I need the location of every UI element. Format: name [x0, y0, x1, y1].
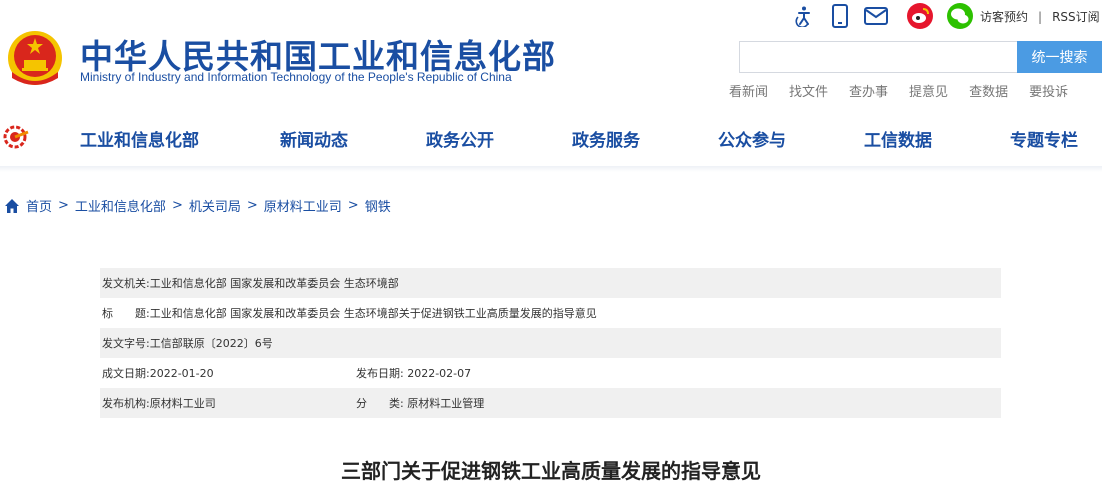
meta-issuer-label: 发文机关:	[102, 277, 150, 290]
quick-link-complaint[interactable]: 要投诉	[1029, 81, 1068, 100]
quick-link-news[interactable]: 看新闻	[729, 81, 768, 100]
breadcrumb-steel[interactable]: 钢铁	[365, 196, 391, 215]
meta-published-value: 2022-02-07	[407, 367, 472, 380]
nav-item-gov-affairs[interactable]: 政务公开	[426, 126, 494, 151]
utility-icons	[792, 2, 986, 30]
main-nav: 工业和信息化部 新闻动态 政务公开 政务服务 公众参与 工信数据 专题专栏	[0, 112, 1102, 166]
meta-row-issuer: 发文机关: 工业和信息化部 国家发展和改革委员会 生态环境部	[100, 268, 1001, 298]
breadcrumb-separator: >	[171, 198, 183, 213]
util-separator: |	[1038, 9, 1043, 24]
meta-row-title: 标 题: 工业和信息化部 国家发展和改革委员会 生态环境部关于促进钢铁工业高质量…	[100, 298, 1001, 328]
meta-row-dates: 成文日期: 2022-01-20 发布日期: 2022-02-07	[100, 358, 1001, 388]
nav-item-topics[interactable]: 专题专栏	[1010, 126, 1078, 151]
meta-published-label: 发布日期:	[356, 367, 404, 380]
rss-link[interactable]: RSS订阅	[1052, 8, 1100, 25]
quick-link-data[interactable]: 查数据	[969, 81, 1008, 100]
site-title-en[interactable]: Ministry of Industry and Information Tec…	[80, 70, 512, 84]
breadcrumb-separator: >	[347, 198, 359, 213]
search-input[interactable]	[740, 42, 1017, 72]
breadcrumb: 首页 > 工业和信息化部 > 机关司局 > 原材料工业司 > 钢铁	[4, 196, 391, 215]
meta-agency-label: 发布机构:	[102, 397, 150, 410]
meta-title-label: 标 题:	[102, 307, 150, 320]
wechat-icon[interactable]	[946, 2, 974, 30]
quick-link-feedback[interactable]: 提意见	[909, 81, 948, 100]
weibo-icon[interactable]	[906, 2, 934, 30]
quick-links: 看新闻 找文件 查办事 提意见 查数据 要投诉	[729, 81, 1068, 100]
nav-item-gov-services[interactable]: 政务服务	[572, 126, 640, 151]
meta-row-agency: 发布机构: 原材料工业司 分 类: 原材料工业管理	[100, 388, 1001, 418]
breadcrumb-separator: >	[58, 198, 69, 213]
nav-divider	[0, 166, 1102, 172]
search-button[interactable]: 统一搜索	[1017, 41, 1102, 73]
mobile-icon[interactable]	[828, 4, 852, 28]
meta-doc-no-value: 工信部联原〔2022〕6号	[149, 337, 273, 350]
meta-category-group: 分 类: 原材料工业管理	[356, 395, 484, 411]
meta-title-value: 工业和信息化部 国家发展和改革委员会 生态环境部关于促进钢铁工业高质量发展的指导…	[149, 307, 597, 320]
site-header: 中华人民共和国工业和信息化部 Ministry of Industry and …	[0, 0, 1102, 108]
search-box	[739, 41, 1017, 73]
meta-row-doc-no: 发文字号: 工信部联原〔2022〕6号	[100, 328, 1001, 358]
breadcrumb-raw-materials[interactable]: 原材料工业司	[264, 196, 342, 215]
meta-published-group: 发布日期: 2022-02-07	[356, 365, 471, 381]
breadcrumb-ministry[interactable]: 工业和信息化部	[75, 196, 166, 215]
accessibility-icon[interactable]	[792, 4, 816, 28]
meta-written-label: 成文日期:	[102, 367, 150, 380]
meta-issuer-value: 工业和信息化部 国家发展和改革委员会 生态环境部	[149, 277, 399, 290]
quick-link-services[interactable]: 查办事	[849, 81, 888, 100]
nav-item-public-participation[interactable]: 公众参与	[718, 126, 786, 151]
breadcrumb-departments[interactable]: 机关司局	[189, 196, 241, 215]
mail-icon[interactable]	[864, 4, 888, 28]
quick-link-files[interactable]: 找文件	[789, 81, 828, 100]
utility-links: 访客预约 | RSS订阅	[980, 8, 1100, 25]
meta-category-label: 分 类:	[356, 397, 404, 410]
visitor-appointment-link[interactable]: 访客预约	[980, 8, 1028, 25]
meta-doc-no-label: 发文字号:	[102, 337, 150, 350]
meta-category-value: 原材料工业管理	[407, 397, 485, 410]
nav-item-data[interactable]: 工信数据	[864, 126, 932, 151]
breadcrumb-separator: >	[246, 198, 258, 213]
nav-item-ministry[interactable]: 工业和信息化部	[80, 126, 199, 151]
breadcrumb-home[interactable]: 首页	[26, 196, 52, 215]
document-meta-table: 发文机关: 工业和信息化部 国家发展和改革委员会 生态环境部 标 题: 工业和信…	[100, 268, 1001, 418]
nav-item-news[interactable]: 新闻动态	[280, 126, 348, 151]
ministry-logo-icon[interactable]	[2, 124, 30, 150]
home-icon	[5, 198, 19, 213]
article-title: 三部门关于促进钢铁工业高质量发展的指导意见	[341, 459, 761, 483]
meta-agency-value: 原材料工业司	[149, 397, 216, 410]
national-emblem-icon[interactable]	[6, 28, 64, 88]
meta-written-value: 2022-01-20	[149, 366, 214, 380]
